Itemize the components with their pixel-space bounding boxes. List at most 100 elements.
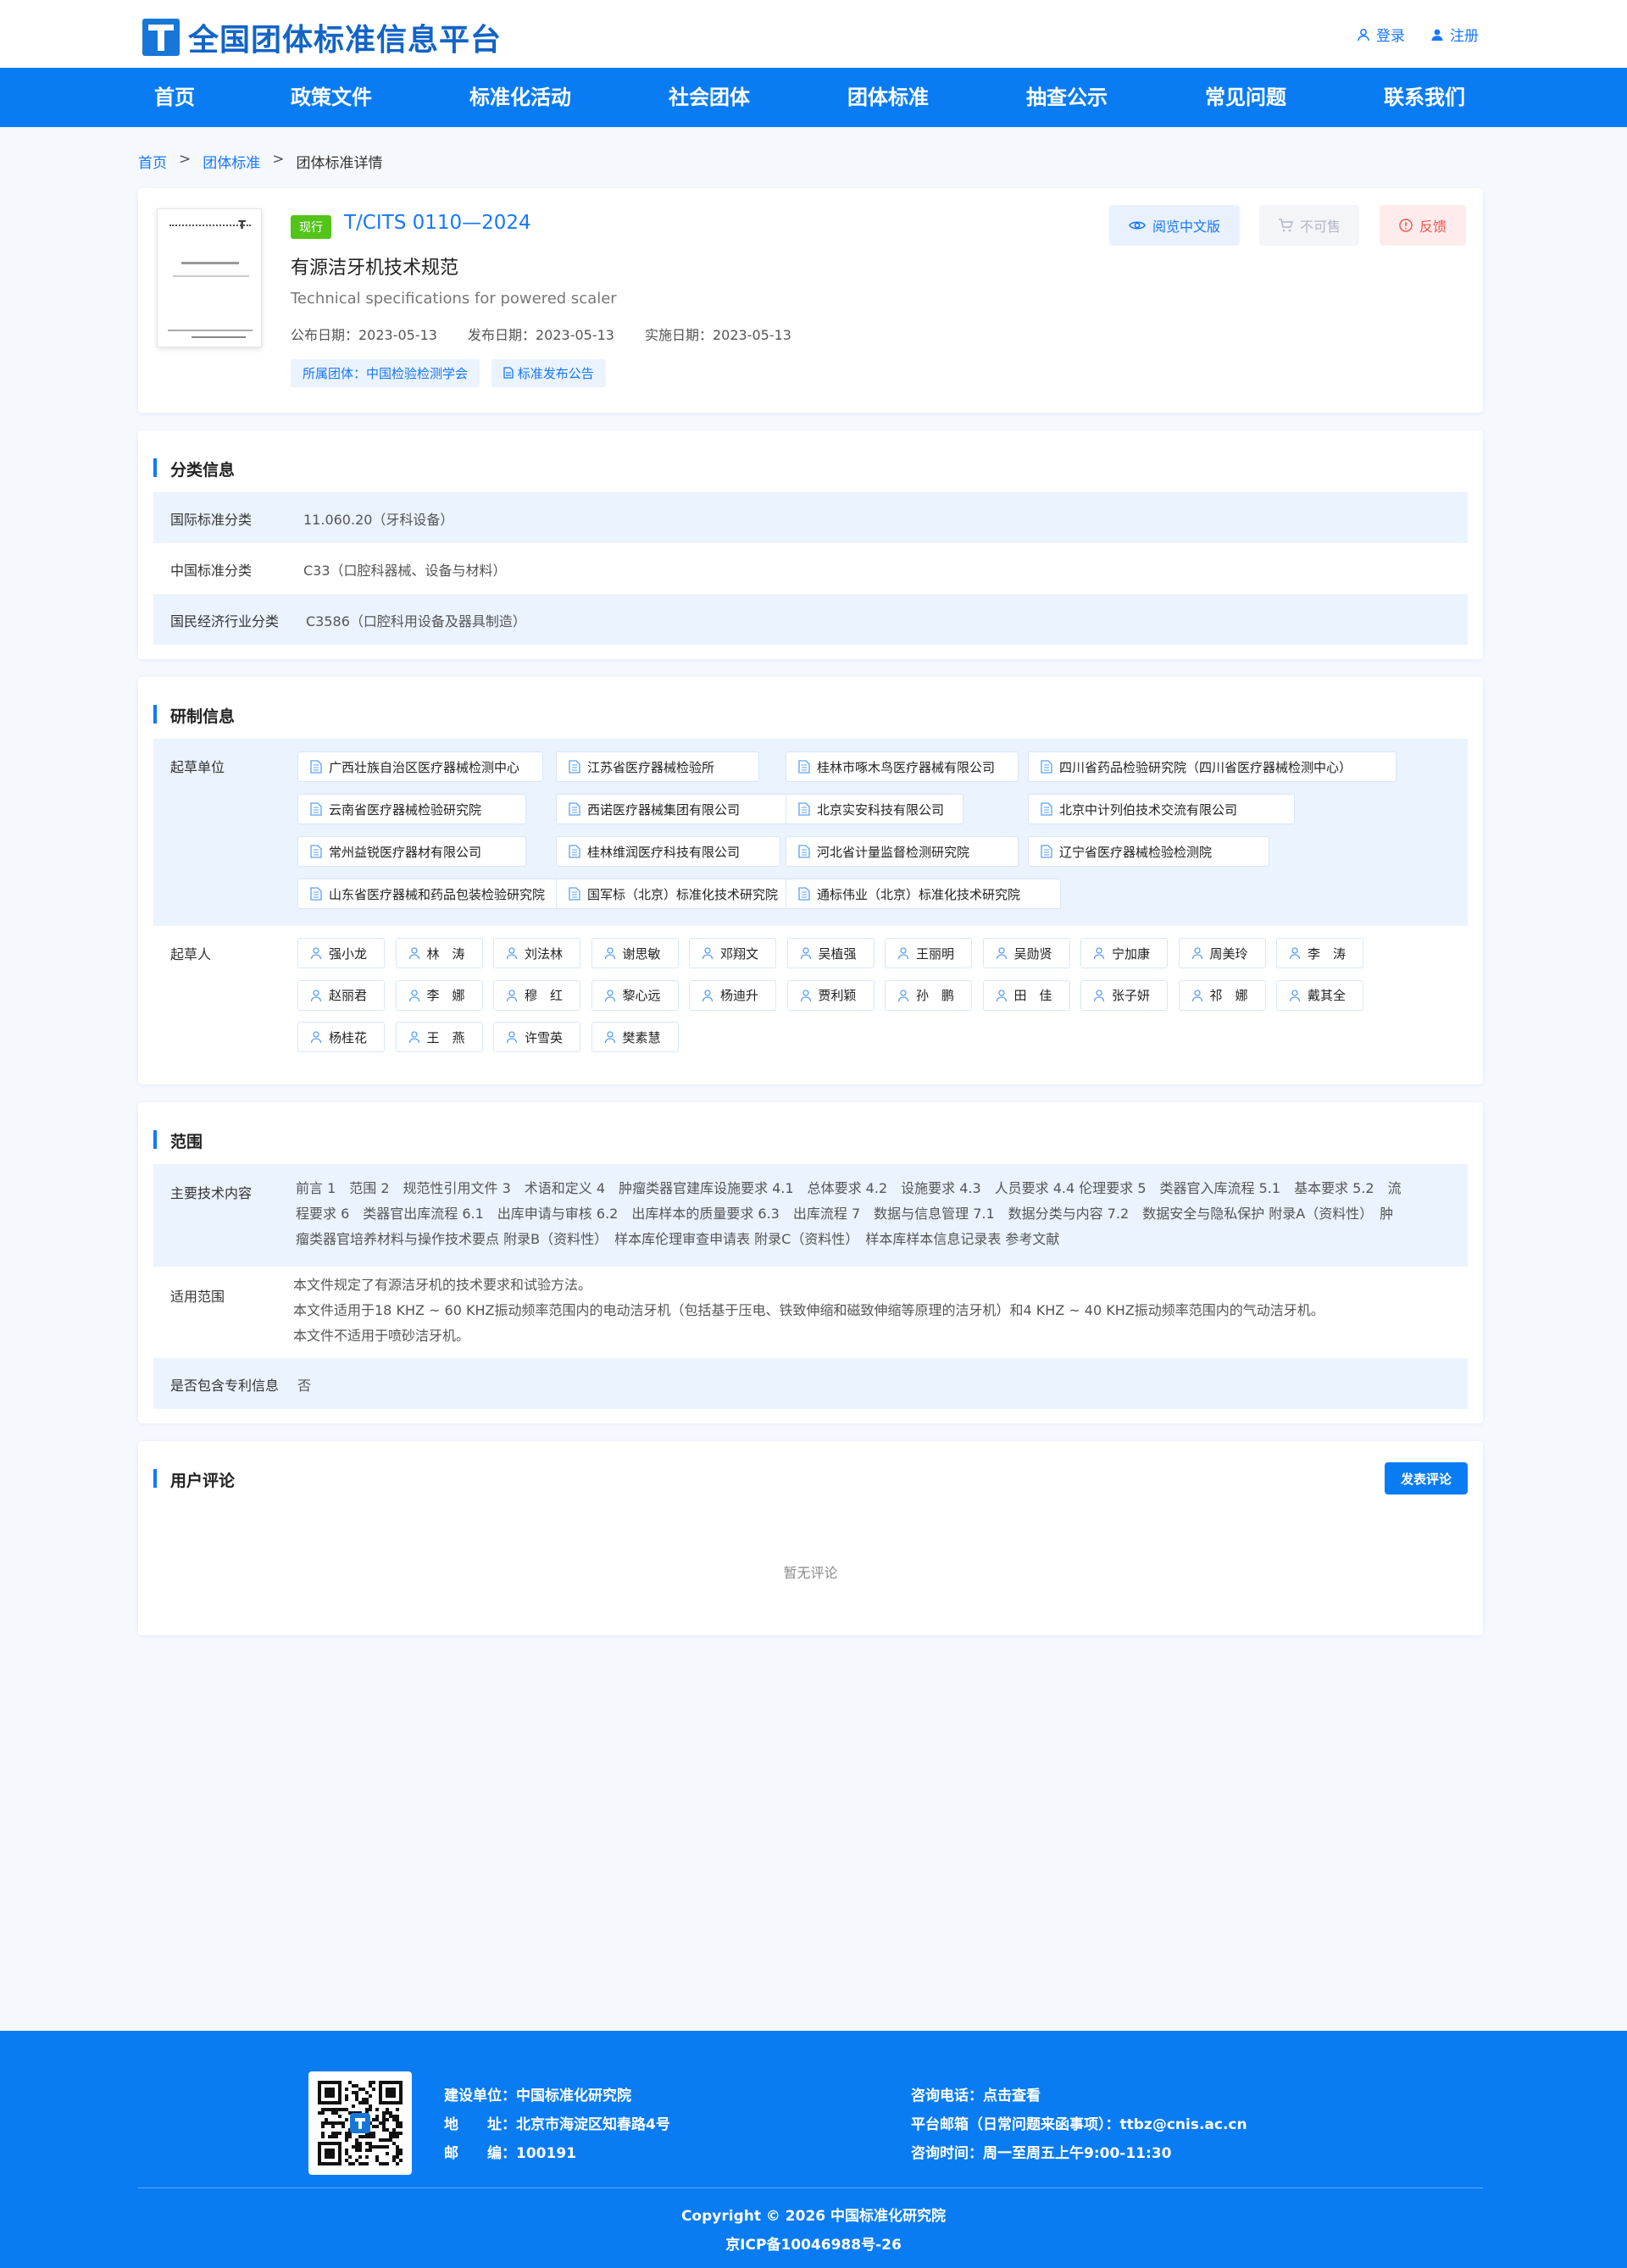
drafting-unit-chip[interactable]: 广西壮族自治区医疗器械检测中心 <box>297 751 543 782</box>
drafting-unit-chip[interactable]: 河北省计量监督检测研究院 <box>786 836 1019 867</box>
drafting-unit-chip[interactable]: 桂林市啄木鸟医疗器械有限公司 <box>786 751 1019 782</box>
nav-spot-check[interactable]: 抽查公示 <box>1026 68 1108 127</box>
drafting-unit-chip[interactable]: 辽宁省医疗器械检验检测院 <box>1028 836 1269 867</box>
drafter-chip[interactable]: 吴植强 <box>786 938 875 968</box>
drafting-unit-chip[interactable]: 西诺医疗器械集团有限公司 <box>556 794 793 824</box>
drafting-unit-chip[interactable]: 国军标（北京）标准化技术研究院 <box>556 879 810 909</box>
drafter-chip[interactable]: 李 涛 <box>1276 938 1363 968</box>
implement-date: 实施日期：2023-05-13 <box>645 327 791 343</box>
nav-contact[interactable]: 联系我们 <box>1384 68 1465 127</box>
nav-home[interactable]: 首页 <box>154 68 195 127</box>
drafting-unit-chip[interactable]: 桂林维润医疗科技有限公司 <box>556 836 780 867</box>
drafter-chip[interactable]: 谢思敏 <box>591 938 679 968</box>
footer-phone[interactable]: 咨询电话：点击查看 <box>911 2082 1247 2110</box>
drafter-name: 孙 鹏 <box>916 988 955 1003</box>
drafter-chip[interactable]: 许雪英 <box>493 1022 580 1052</box>
drafter-chip[interactable]: 祁 娜 <box>1178 979 1266 1011</box>
drafter-chip[interactable]: 穆 红 <box>493 979 580 1011</box>
drafter-chip[interactable]: 黎心远 <box>591 979 679 1011</box>
person-icon <box>800 947 811 960</box>
drafter-chip[interactable]: 宁加康 <box>1080 938 1168 968</box>
drafter-chip[interactable]: 杨迪升 <box>689 979 776 1011</box>
person-icon <box>310 989 322 1001</box>
section-title-classification: 分类信息 <box>153 457 235 480</box>
person-icon <box>310 947 322 960</box>
drafter-name: 谢思敏 <box>622 945 661 962</box>
person-icon <box>506 1031 518 1044</box>
drafter-chip[interactable]: 王丽明 <box>885 938 972 968</box>
drafting-unit-chip[interactable]: 山东省医疗器械和药品包装检验研究院 <box>297 879 577 909</box>
classification-label: 国际标准分类 <box>170 512 253 528</box>
breadcrumb-standards[interactable]: 团体标准 <box>203 151 260 172</box>
drafter-chip[interactable]: 周美玲 <box>1178 938 1266 968</box>
breadcrumb-current: 团体标准详情 <box>296 155 383 172</box>
drafting-unit-name: 国军标（北京）标准化技术研究院 <box>587 886 779 902</box>
drafting-units-row: 起草单位 广西壮族自治区医疗器械检测中心 江苏省医疗器械检验所 桂林市啄木鸟医疗器械… <box>153 739 1468 926</box>
cart-icon <box>1278 219 1293 232</box>
drafter-name: 许雪英 <box>525 1029 564 1045</box>
nav-groups[interactable]: 社会团体 <box>669 68 750 127</box>
person-icon <box>408 1031 419 1044</box>
read-chinese-button[interactable]: 阅览中文版 <box>1109 205 1240 246</box>
nav-faq[interactable]: 常见问题 <box>1205 68 1286 127</box>
drafting-unit-chip[interactable]: 云南省医疗器械检验研究院 <box>297 794 526 824</box>
standard-code: T/CITS 0110—2024 <box>344 212 531 234</box>
drafter-chip[interactable]: 田 佳 <box>982 979 1070 1011</box>
drafter-name: 穆 红 <box>525 988 564 1003</box>
drafter-name: 祁 娜 <box>1209 988 1248 1003</box>
login-link[interactable]: 登录 <box>1357 24 1405 45</box>
patent-value: 否 <box>297 1378 312 1394</box>
announcement-tag[interactable]: 标准发布公告 <box>491 359 606 387</box>
eye-icon <box>1129 221 1146 230</box>
drafting-unit-name: 西诺医疗器械集团有限公司 <box>587 801 741 818</box>
footer-copyright: Copyright © 2026 中国标准化研究院 <box>680 2208 947 2225</box>
main-nav: 首页 政策文件 标准化活动 社会团体 团体标准 抽查公示 常见问题 联系我们 <box>0 68 1627 127</box>
building-icon <box>310 802 322 816</box>
standard-cover-thumbnail[interactable]: T <box>157 208 262 347</box>
classification-label: 国民经济行业分类 <box>170 613 280 629</box>
drafting-unit-chip[interactable]: 北京实安科技有限公司 <box>786 794 963 824</box>
drafting-unit-chip[interactable]: 通标伟业（北京）标准化技术研究院 <box>786 879 1061 909</box>
person-icon <box>800 989 811 1001</box>
drafter-chip[interactable]: 戴其全 <box>1276 979 1363 1011</box>
register-link[interactable]: 注册 <box>1430 24 1479 45</box>
drafter-chip[interactable]: 赵丽君 <box>297 979 385 1011</box>
drafter-name: 杨迪升 <box>720 988 759 1003</box>
drafter-chip[interactable]: 邓翔文 <box>689 938 776 968</box>
drafting-unit-chip[interactable]: 江苏省医疗器械检验所 <box>556 751 759 782</box>
drafter-chip[interactable]: 林 涛 <box>395 938 483 968</box>
breadcrumb-home[interactable]: 首页 <box>138 151 167 172</box>
building-icon <box>310 845 322 858</box>
drafting-unit-chip[interactable]: 北京中计列伯技术交流有限公司 <box>1028 794 1295 824</box>
drafter-chip[interactable]: 张子妍 <box>1080 979 1168 1011</box>
site-logo[interactable]: 全国团体标准信息平台 <box>142 15 502 59</box>
drafting-unit-chip[interactable]: 常州益锐医疗器材有限公司 <box>297 836 526 867</box>
nav-policy[interactable]: 政策文件 <box>291 68 372 127</box>
drafter-chip[interactable]: 孙 鹏 <box>885 979 972 1011</box>
drafter-chip[interactable]: 李 娜 <box>395 979 483 1011</box>
building-icon <box>798 845 810 858</box>
drafter-chip[interactable]: 强小龙 <box>297 938 385 968</box>
building-icon <box>1041 802 1052 816</box>
post-comment-button[interactable]: 发表评论 <box>1385 1462 1468 1494</box>
nav-activities[interactable]: 标准化活动 <box>469 68 571 127</box>
drafter-chip[interactable]: 贾利颖 <box>786 979 875 1011</box>
drafter-chip[interactable]: 樊素慧 <box>591 1022 679 1052</box>
drafter-chip[interactable]: 吴勋贤 <box>982 938 1070 968</box>
building-icon <box>569 760 580 774</box>
drafter-name: 周美玲 <box>1209 945 1248 962</box>
logo-text: 全国团体标准信息平台 <box>188 22 503 58</box>
organization-tag[interactable]: 所属团体：中国检验检测学会 <box>291 359 480 387</box>
footer-icp[interactable]: 京ICP备10046988号-26 <box>0 2231 1627 2260</box>
drafting-units-label: 起草单位 <box>170 759 225 775</box>
drafter-name: 宁加康 <box>1112 945 1151 962</box>
person-icon <box>1191 947 1202 960</box>
drafting-unit-name: 辽宁省医疗器械检验检测院 <box>1059 844 1213 860</box>
drafting-unit-chip[interactable]: 四川省药品检验研究院（四川省医疗器械检测中心） <box>1028 751 1397 782</box>
feedback-button[interactable]: 反馈 <box>1380 205 1466 246</box>
drafter-chip[interactable]: 王 燕 <box>395 1022 483 1052</box>
person-icon <box>408 947 419 960</box>
drafter-chip[interactable]: 杨桂花 <box>297 1022 385 1052</box>
nav-group-standards[interactable]: 团体标准 <box>847 68 929 127</box>
drafter-chip[interactable]: 刘法林 <box>493 938 580 968</box>
